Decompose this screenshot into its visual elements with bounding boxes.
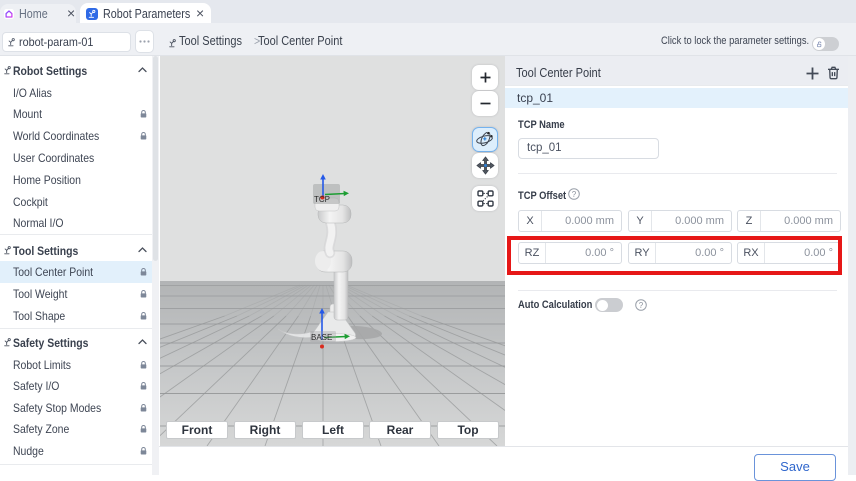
- svg-text:TCP: TCP: [314, 195, 330, 204]
- svg-text:?: ?: [572, 190, 577, 199]
- svg-text:?: ?: [639, 301, 644, 310]
- svg-text:BASE: BASE: [311, 333, 332, 342]
